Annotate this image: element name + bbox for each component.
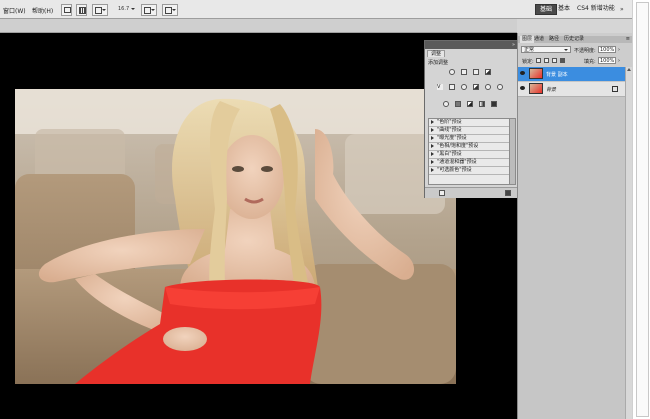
layer-thumbnail	[529, 83, 543, 94]
chevron-right-icon[interactable]: ›	[618, 58, 620, 64]
clip-to-layer-icon[interactable]	[439, 190, 445, 196]
preset-item[interactable]: "黑白"预设	[429, 151, 509, 159]
visibility-eye-icon[interactable]	[520, 71, 525, 75]
layer-name: 背景	[546, 87, 557, 93]
lock-transparency-icon[interactable]	[536, 58, 541, 63]
fill-label: 填充:	[584, 59, 596, 65]
visibility-eye-icon[interactable]	[520, 86, 525, 90]
posterize-icon[interactable]	[455, 101, 461, 107]
delete-icon[interactable]	[505, 190, 511, 196]
threshold-icon[interactable]	[467, 101, 473, 107]
fill-input[interactable]: 100%	[598, 57, 616, 64]
curves-icon[interactable]	[473, 69, 479, 75]
chevron-down-icon	[172, 9, 176, 11]
photoshop-window: 窗口(W) 帮助(H) 16.7 基础 基本 CS4 新增功能 » » 调整 添…	[0, 0, 632, 419]
grid-button[interactable]	[76, 4, 87, 16]
presets-scrollbar[interactable]	[509, 118, 516, 185]
layers-scrollbar[interactable]	[625, 67, 632, 419]
chevron-right-icon[interactable]: ›	[618, 47, 620, 53]
blend-mode-select[interactable]: 正常	[521, 46, 571, 53]
lock-move-icon[interactable]	[552, 58, 557, 63]
layer-thumbnail	[529, 68, 543, 79]
layers-list: 背景 副本 背景	[518, 67, 632, 419]
photo-filter-icon[interactable]	[485, 84, 491, 90]
panel-footer	[425, 187, 518, 198]
gradient-map-icon[interactable]	[479, 101, 485, 107]
expand-triangle-icon	[431, 136, 434, 140]
lock-brush-icon[interactable]	[544, 58, 549, 63]
exposure-icon[interactable]	[485, 69, 491, 75]
preset-item[interactable]: "曲线"预设	[429, 127, 509, 135]
panel-menu-icon[interactable]: ≡	[626, 36, 630, 43]
expand-triangle-icon	[431, 120, 434, 124]
layer-row[interactable]: 背景	[518, 82, 625, 97]
adjustments-panel: » 调整 添加调整 V "色阶"预设 "曲线"预设 "曝光度"预设 "色相/饱和…	[424, 40, 519, 198]
workspace-essentials-button[interactable]: 基础	[535, 4, 558, 15]
help-menu[interactable]: 帮助(H)	[32, 6, 53, 15]
invert-icon[interactable]	[443, 101, 449, 107]
selective-color-icon[interactable]	[491, 101, 497, 107]
hue-saturation-icon[interactable]	[449, 84, 455, 90]
menu-bar: 窗口(W) 帮助(H) 16.7 基础 基本 CS4 新增功能 »	[0, 0, 632, 19]
opacity-input[interactable]: 100%	[598, 46, 616, 53]
color-balance-icon[interactable]	[461, 84, 467, 90]
lock-icon	[612, 86, 618, 92]
workspace-cs4-new-button[interactable]: CS4 新增功能	[577, 4, 615, 13]
photo-illustration	[15, 89, 456, 384]
scroll-up-icon[interactable]	[627, 68, 631, 71]
preset-item[interactable]: "通道混和器"预设	[429, 159, 509, 167]
expand-triangle-icon	[431, 144, 434, 148]
channel-mixer-icon[interactable]	[497, 84, 503, 90]
chevron-down-icon	[102, 9, 106, 11]
scrollbar-thumb[interactable]	[636, 2, 649, 417]
brightness-icon[interactable]	[449, 69, 455, 75]
tab-channels[interactable]: 通道	[534, 36, 544, 43]
expand-triangle-icon	[431, 160, 434, 164]
view-icon	[95, 7, 102, 14]
collapse-icon[interactable]: »	[512, 42, 515, 48]
tab-paths[interactable]: 路径	[549, 36, 559, 43]
layer-row[interactable]: 背景 副本	[518, 67, 625, 81]
screen-mode-button[interactable]	[61, 4, 72, 16]
document-image[interactable]	[15, 89, 456, 384]
expand-triangle-icon	[431, 168, 434, 172]
right-panel-dock: 图层 通道 路径 历史记录 ≡ 正常 不透明度: 100% › 锁定: 填充: …	[517, 33, 632, 419]
black-white-icon[interactable]	[473, 84, 479, 90]
expand-triangle-icon	[431, 128, 434, 132]
document-tab-bar	[0, 19, 517, 33]
preset-item[interactable]: "曝光度"预设	[429, 135, 509, 143]
adjustments-panel-header[interactable]: »	[425, 41, 518, 49]
opacity-label: 不透明度:	[574, 48, 596, 54]
monitor-icon	[64, 7, 71, 13]
zoom-level[interactable]: 16.7	[118, 6, 129, 12]
preset-item[interactable]: "色相/饱和度"预设	[429, 143, 509, 151]
chevron-down-icon	[564, 49, 568, 51]
screen-layout-button[interactable]	[162, 4, 178, 16]
layout-icon	[165, 7, 172, 14]
workspace-basic-button[interactable]: 基本	[558, 4, 570, 13]
window-scrollbar[interactable]	[632, 0, 650, 419]
chevron-down-icon	[151, 9, 155, 11]
window-menu[interactable]: 窗口(W)	[3, 6, 26, 15]
preset-item[interactable]: "可选颜色"预设	[429, 167, 509, 175]
arrange-icon	[144, 7, 151, 14]
grid-icon	[79, 7, 86, 14]
layer-name: 背景 副本	[546, 72, 568, 78]
tab-history[interactable]: 历史记录	[564, 36, 584, 43]
preset-item[interactable]: "色阶"预设	[429, 119, 509, 127]
layers-panel-tabs: 图层 通道 路径 历史记录 ≡	[518, 36, 632, 43]
adjustments-tab[interactable]: 调整	[427, 50, 446, 57]
more-workspaces-icon[interactable]: »	[620, 6, 624, 13]
expand-triangle-icon	[431, 152, 434, 156]
lock-all-icon[interactable]	[560, 58, 565, 63]
view-extras-dropdown[interactable]	[92, 4, 108, 16]
presets-list: "色阶"预设 "曲线"预设 "曝光度"预设 "色相/饱和度"预设 "黑白"预设 …	[428, 118, 510, 185]
chevron-down-icon[interactable]	[131, 8, 135, 10]
vibrance-icon[interactable]: V	[437, 84, 443, 90]
tab-layers[interactable]: 图层	[520, 36, 535, 43]
arrange-documents-button[interactable]	[141, 4, 157, 16]
lock-label: 锁定:	[522, 59, 534, 65]
adjustments-title: 添加调整	[428, 60, 449, 66]
levels-icon[interactable]	[461, 69, 467, 75]
